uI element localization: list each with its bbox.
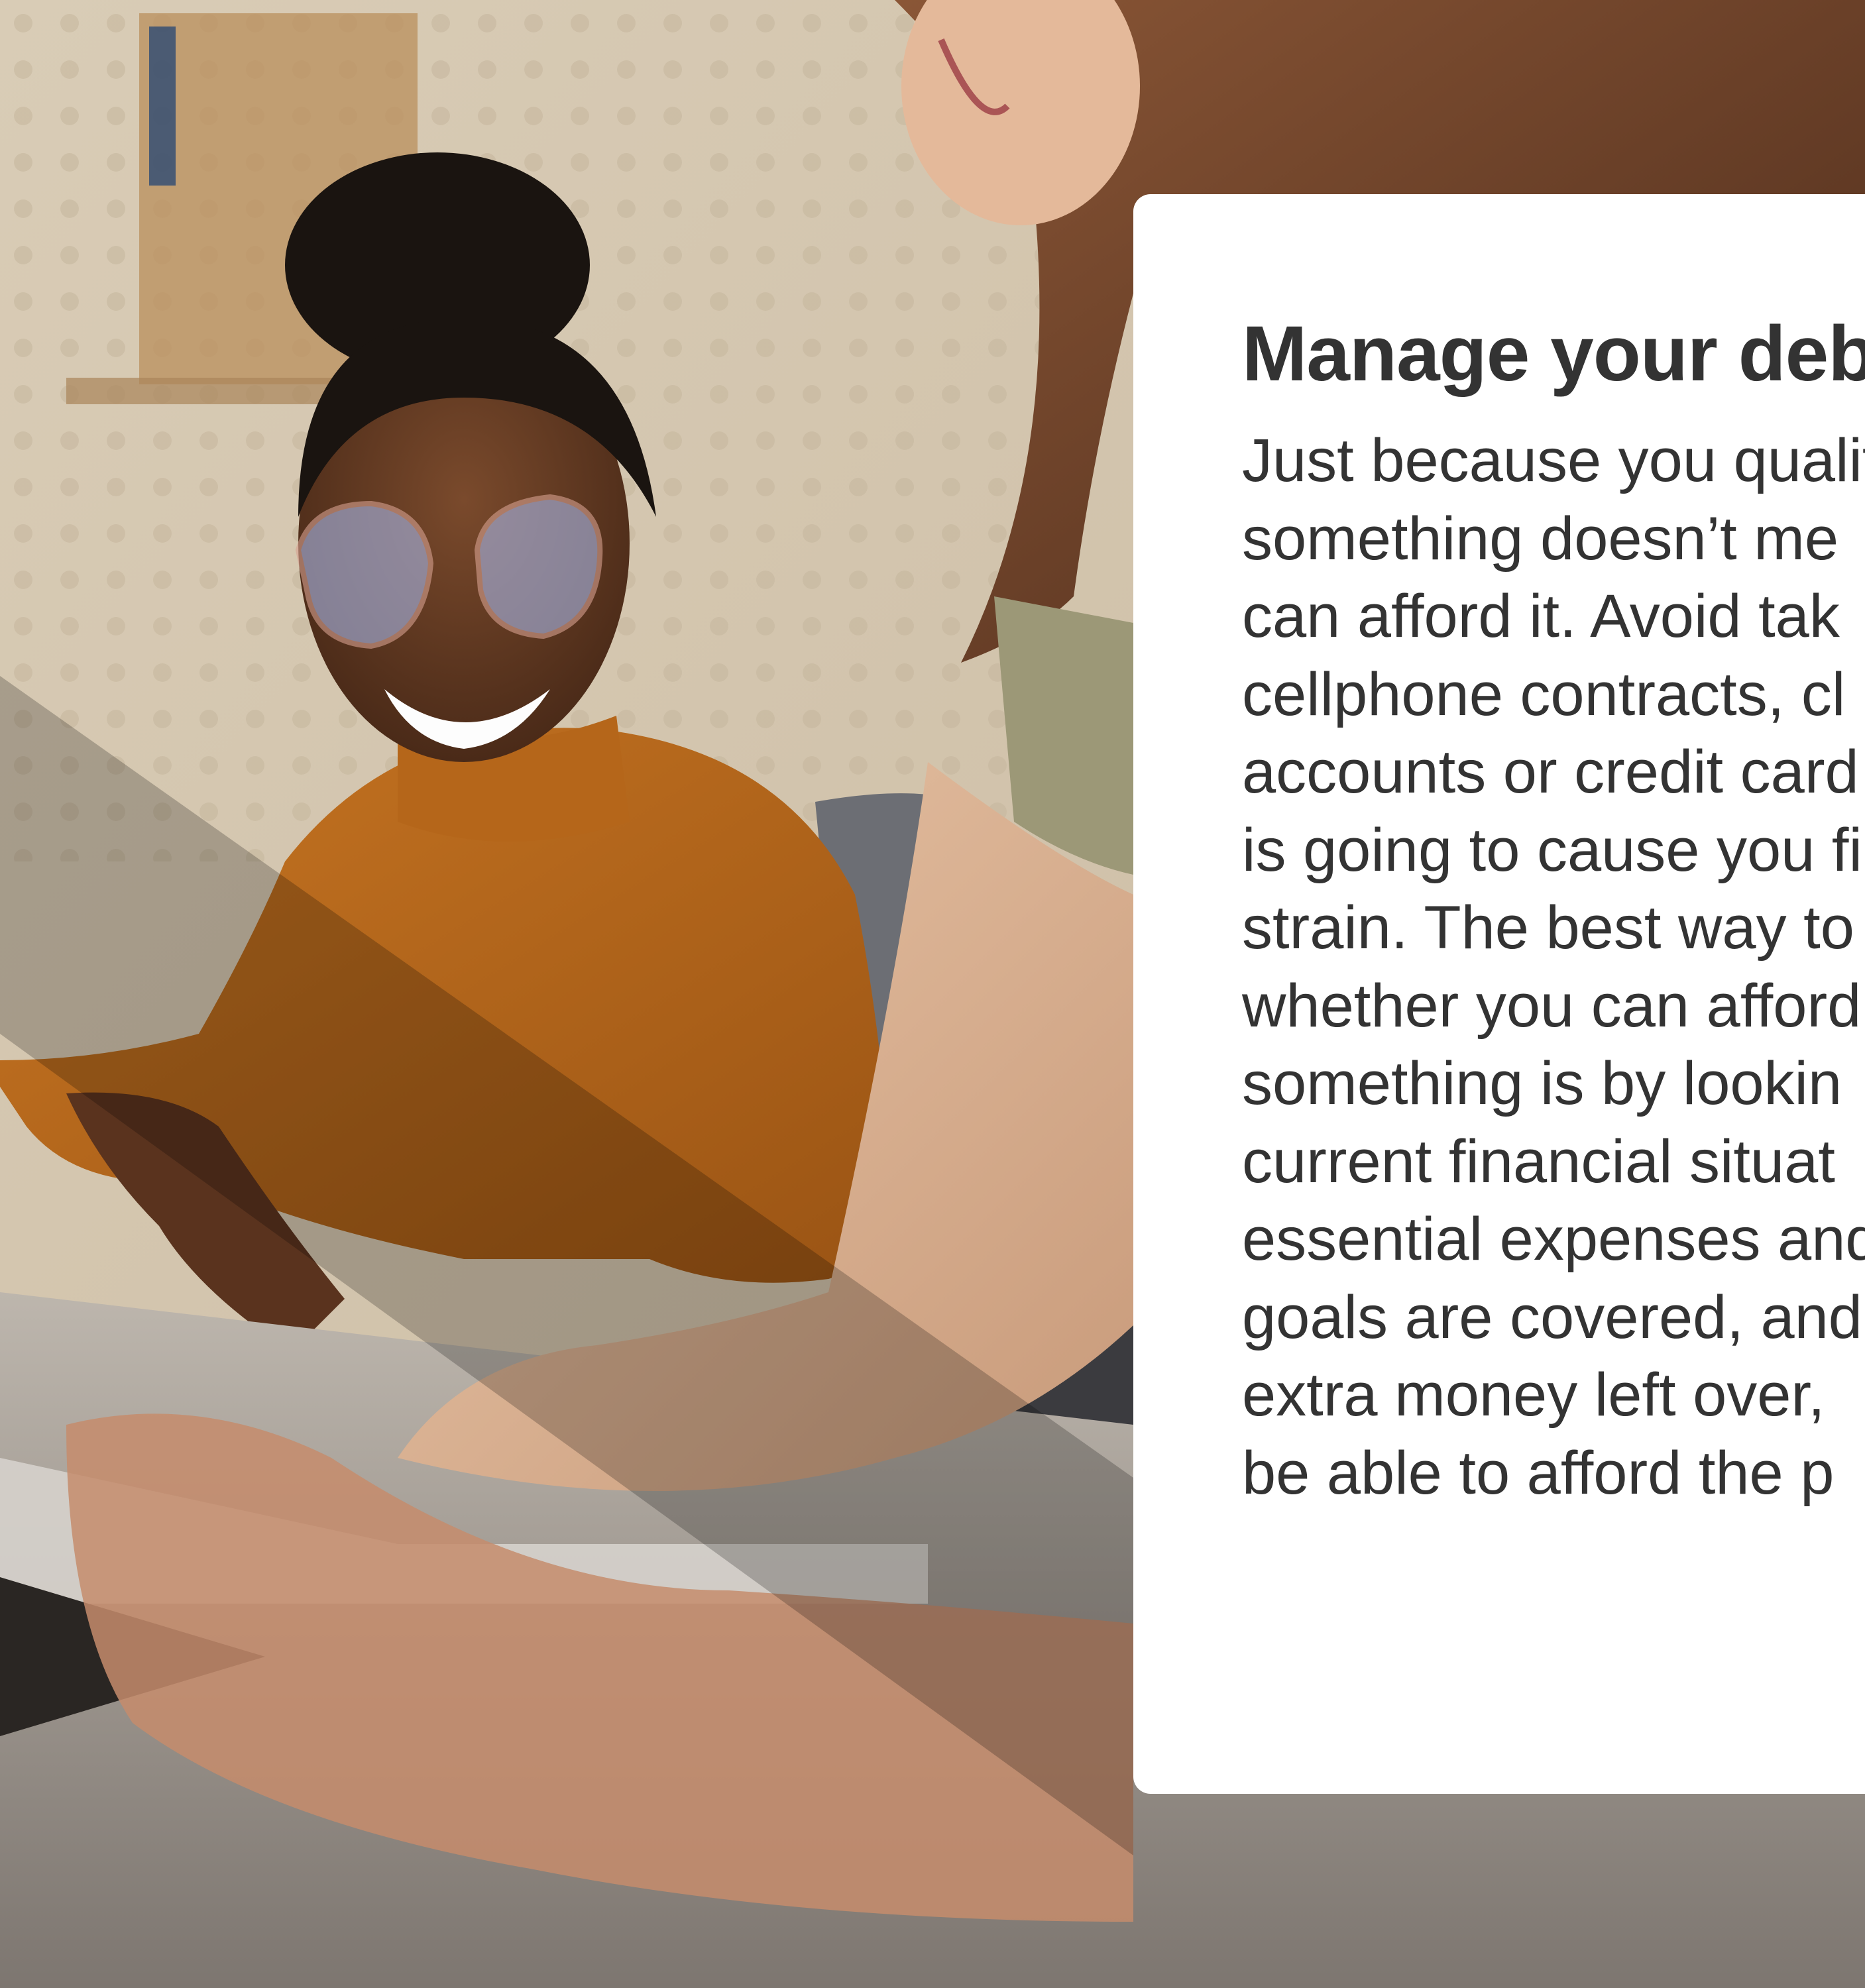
body-line: goals are covered, and (1242, 1283, 1862, 1351)
body-line: strain. The best way to (1242, 894, 1854, 962)
article-card: Manage your deb Just because you qualif … (1133, 194, 1865, 1794)
body-line: accounts or credit card (1242, 738, 1859, 806)
body-line: Just because you qualif (1242, 427, 1865, 494)
body-line: something is by lookin (1242, 1050, 1842, 1117)
body-line: extra money left over, (1242, 1361, 1825, 1429)
body-line: current financial situat (1242, 1127, 1835, 1195)
body-line: cellphone contracts, cl (1242, 660, 1846, 728)
body-line: be able to afford the p (1242, 1439, 1835, 1507)
body-line: is going to cause you fi (1242, 816, 1862, 884)
card-body-text: Just because you qualif something doesn’… (1242, 422, 1865, 1512)
body-line: whether you can afford (1242, 971, 1862, 1040)
body-line: can afford it. Avoid tak (1242, 582, 1840, 650)
body-line: essential expenses and (1242, 1205, 1865, 1273)
card-title: Manage your deb (1242, 310, 1865, 398)
body-line: something doesn’t me (1242, 504, 1839, 573)
